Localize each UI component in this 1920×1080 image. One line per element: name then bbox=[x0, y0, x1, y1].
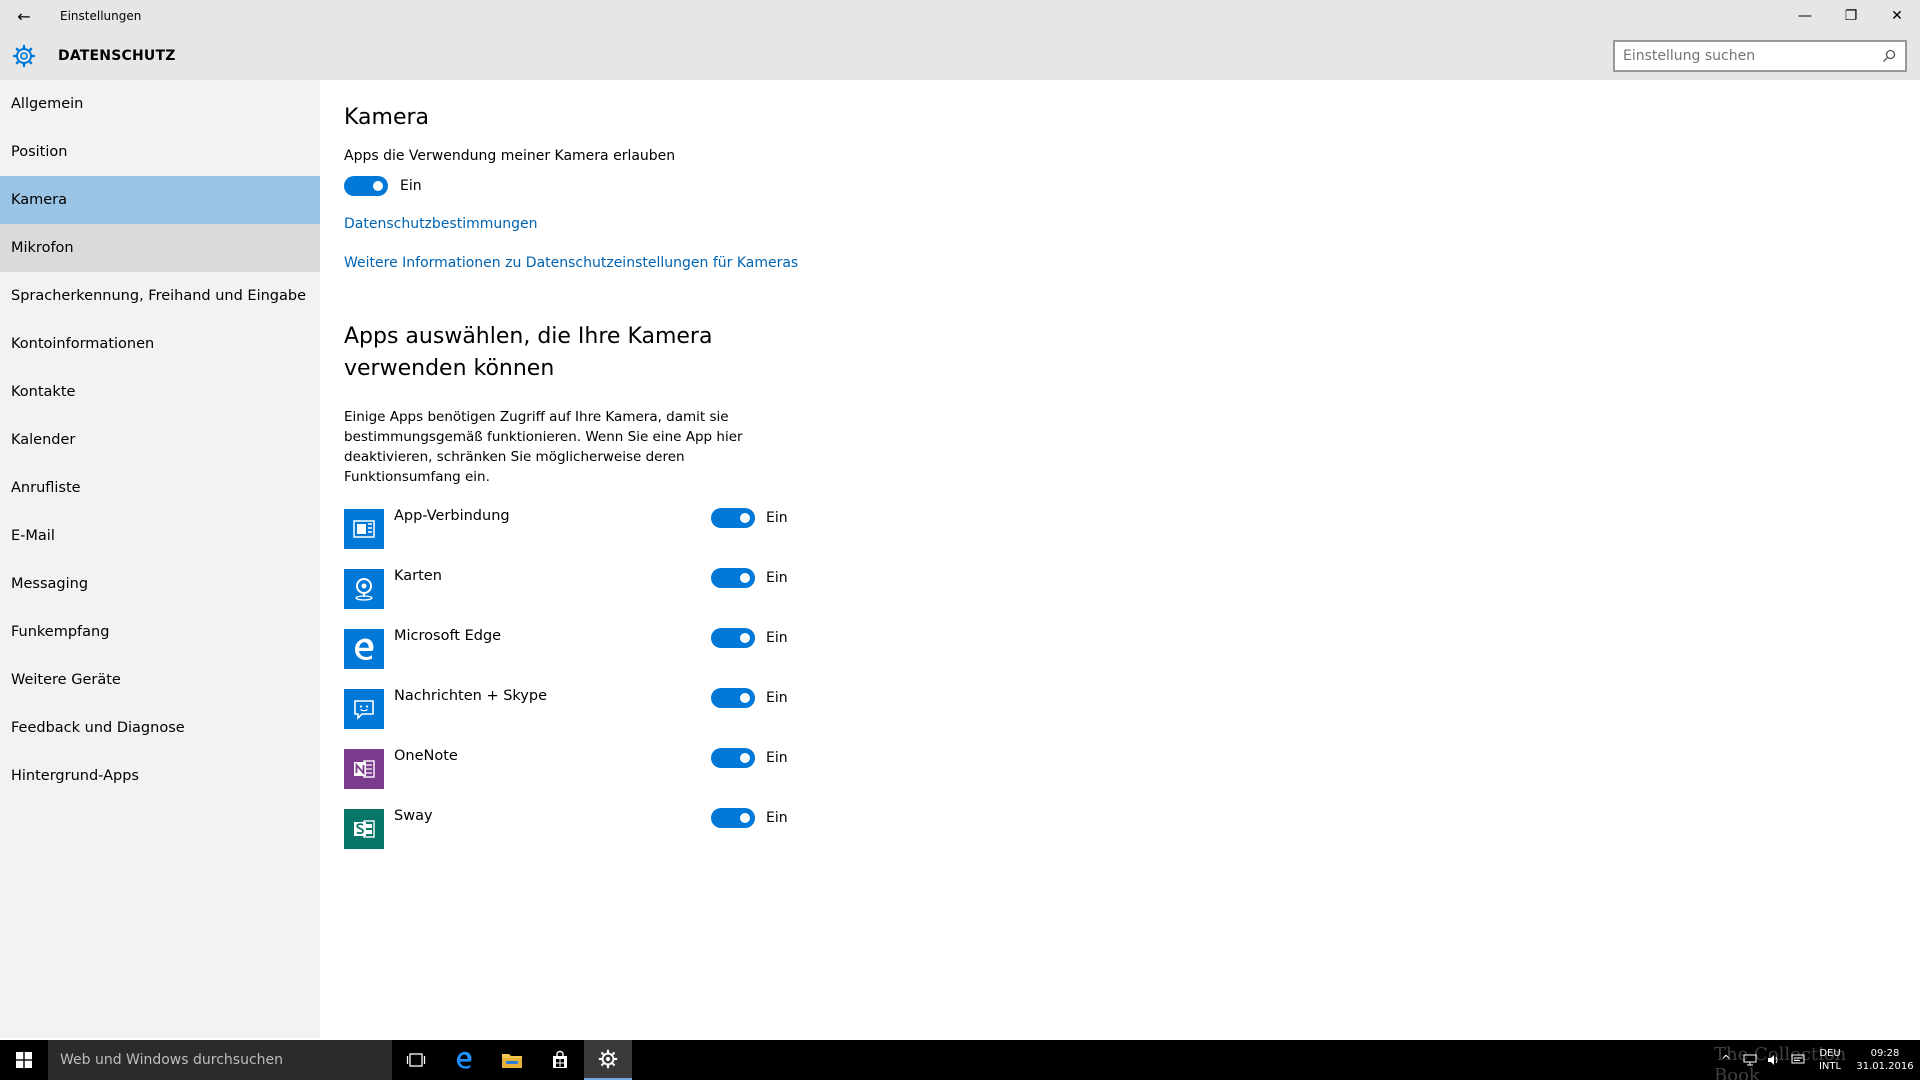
chevron-up-icon[interactable]: ^ bbox=[1714, 1040, 1738, 1080]
app-connector-icon bbox=[344, 509, 384, 549]
messaging-icon bbox=[344, 689, 384, 729]
apps-section-description: Einige Apps benötigen Zugriff auf Ihre K… bbox=[344, 409, 743, 485]
app-list: App-Verbindung Ein Karten Ein Microsoft … bbox=[344, 505, 804, 865]
notifications-icon[interactable] bbox=[1786, 1040, 1810, 1080]
sidebar-item-messaging[interactable]: Messaging bbox=[0, 560, 320, 608]
app-row-karten: Karten Ein bbox=[344, 565, 804, 625]
allow-camera-toggle-label: Ein bbox=[400, 178, 422, 194]
edge-taskbar-icon[interactable] bbox=[440, 1040, 488, 1080]
main-content: Kamera Apps die Verwendung meiner Kamera… bbox=[344, 80, 1904, 865]
allow-camera-row: Ein bbox=[344, 176, 1904, 196]
search-icon[interactable] bbox=[1881, 48, 1897, 64]
taskbar: Web und Windows durchsuchen ^ DEU INTL 0… bbox=[0, 1040, 1920, 1080]
app-name: Karten bbox=[394, 568, 442, 584]
keyboard-layout: INTL bbox=[1818, 1061, 1842, 1072]
volume-icon[interactable] bbox=[1762, 1040, 1786, 1080]
sidebar-item-mikrofon[interactable]: Mikrofon bbox=[0, 224, 320, 272]
store-icon[interactable] bbox=[536, 1040, 584, 1080]
app-toggle-label: Ein bbox=[766, 630, 788, 646]
sidebar-item-anrufliste[interactable]: Anrufliste bbox=[0, 464, 320, 512]
app-toggle-label: Ein bbox=[766, 570, 788, 586]
app-row-nachrichten-skype: Nachrichten + Skype Ein bbox=[344, 685, 804, 745]
sway-icon bbox=[344, 809, 384, 849]
sidebar-item-hintergrund-apps[interactable]: Hintergrund-Apps bbox=[0, 752, 320, 800]
minimize-button[interactable]: — bbox=[1782, 0, 1828, 32]
sidebar-item-kontoinformationen[interactable]: Kontoinformationen bbox=[0, 320, 320, 368]
section-title: Kamera bbox=[344, 105, 430, 130]
sidebar-item-weitere-geraete[interactable]: Weitere Geräte bbox=[0, 656, 320, 704]
language-indicator[interactable]: DEU INTL bbox=[1810, 1047, 1850, 1073]
sway-toggle[interactable] bbox=[711, 808, 755, 828]
windows-start-icon[interactable] bbox=[0, 1040, 48, 1080]
app-name: App-Verbindung bbox=[394, 508, 510, 524]
nachrichten-skype-toggle[interactable] bbox=[711, 688, 755, 708]
app-row-app-verbindung: App-Verbindung Ein bbox=[344, 505, 804, 565]
network-icon[interactable] bbox=[1738, 1040, 1762, 1080]
app-toggle-label: Ein bbox=[766, 810, 788, 826]
allow-camera-toggle[interactable] bbox=[344, 176, 388, 196]
app-name: Nachrichten + Skype bbox=[394, 688, 548, 704]
restore-button[interactable]: ❐ bbox=[1828, 0, 1874, 32]
window-controls: — ❐ ✕ bbox=[1782, 0, 1920, 32]
sidebar-item-feedback[interactable]: Feedback und Diagnose bbox=[0, 704, 320, 752]
sidebar-item-kalender[interactable]: Kalender bbox=[0, 416, 320, 464]
clock-date: 31.01.2016 bbox=[1856, 1061, 1914, 1072]
clock-time: 09:28 bbox=[1870, 1048, 1900, 1059]
app-row-sway: Sway Ein bbox=[344, 805, 804, 865]
page-header: DATENSCHUTZ bbox=[0, 32, 1920, 80]
onenote-icon bbox=[344, 749, 384, 789]
apps-section-title: Apps auswählen, die Ihre Kamera verwende… bbox=[344, 324, 713, 381]
more-info-link[interactable]: Weitere Informationen zu Datenschutzeins… bbox=[344, 255, 1904, 271]
search-input[interactable] bbox=[1623, 48, 1881, 64]
task-view-icon[interactable] bbox=[392, 1040, 440, 1080]
taskbar-search[interactable]: Web und Windows durchsuchen bbox=[48, 1040, 392, 1080]
close-button[interactable]: ✕ bbox=[1874, 0, 1920, 32]
app-toggle-label: Ein bbox=[766, 690, 788, 706]
onenote-toggle[interactable] bbox=[711, 748, 755, 768]
search-box[interactable] bbox=[1613, 40, 1907, 72]
system-tray: ^ DEU INTL 09:28 31.01.2016 The Collecti… bbox=[1714, 1040, 1920, 1080]
sidebar-item-spracherkennung[interactable]: Spracherkennung, Freihand und Eingabe bbox=[0, 272, 320, 320]
app-name: OneNote bbox=[394, 748, 458, 764]
sidebar-item-allgemein[interactable]: Allgemein bbox=[0, 80, 320, 128]
sidebar-item-kamera[interactable]: Kamera bbox=[0, 176, 320, 224]
sidebar-item-kontakte[interactable]: Kontakte bbox=[0, 368, 320, 416]
allow-camera-label: Apps die Verwendung meiner Kamera erlaub… bbox=[344, 148, 676, 164]
back-arrow-icon[interactable]: ← bbox=[0, 0, 48, 32]
edge-icon bbox=[344, 629, 384, 669]
app-verbindung-toggle[interactable] bbox=[711, 508, 755, 528]
clock[interactable]: 09:28 31.01.2016 bbox=[1850, 1047, 1920, 1073]
sidebar: Allgemein Position Kamera Mikrofon Sprac… bbox=[0, 80, 320, 1038]
app-toggle-label: Ein bbox=[766, 510, 788, 526]
microsoft-edge-toggle[interactable] bbox=[711, 628, 755, 648]
gear-icon bbox=[0, 32, 48, 80]
privacy-link[interactable]: Datenschutzbestimmungen bbox=[344, 216, 1904, 232]
karten-toggle[interactable] bbox=[711, 568, 755, 588]
title-bar: ← Einstellungen — ❐ ✕ bbox=[0, 0, 1920, 32]
app-row-microsoft-edge: Microsoft Edge Ein bbox=[344, 625, 804, 685]
maps-icon bbox=[344, 569, 384, 609]
app-toggle-label: Ein bbox=[766, 750, 788, 766]
app-name: Microsoft Edge bbox=[394, 628, 502, 644]
language-code: DEU bbox=[1819, 1048, 1841, 1059]
sidebar-item-email[interactable]: E-Mail bbox=[0, 512, 320, 560]
file-explorer-icon[interactable] bbox=[488, 1040, 536, 1080]
app-row-onenote: OneNote Ein bbox=[344, 745, 804, 805]
app-name: Sway bbox=[394, 808, 433, 824]
page-title: DATENSCHUTZ bbox=[58, 48, 176, 64]
sidebar-item-position[interactable]: Position bbox=[0, 128, 320, 176]
window-title: Einstellungen bbox=[60, 9, 142, 23]
sidebar-item-funkempfang[interactable]: Funkempfang bbox=[0, 608, 320, 656]
settings-taskbar-icon[interactable] bbox=[584, 1040, 632, 1080]
